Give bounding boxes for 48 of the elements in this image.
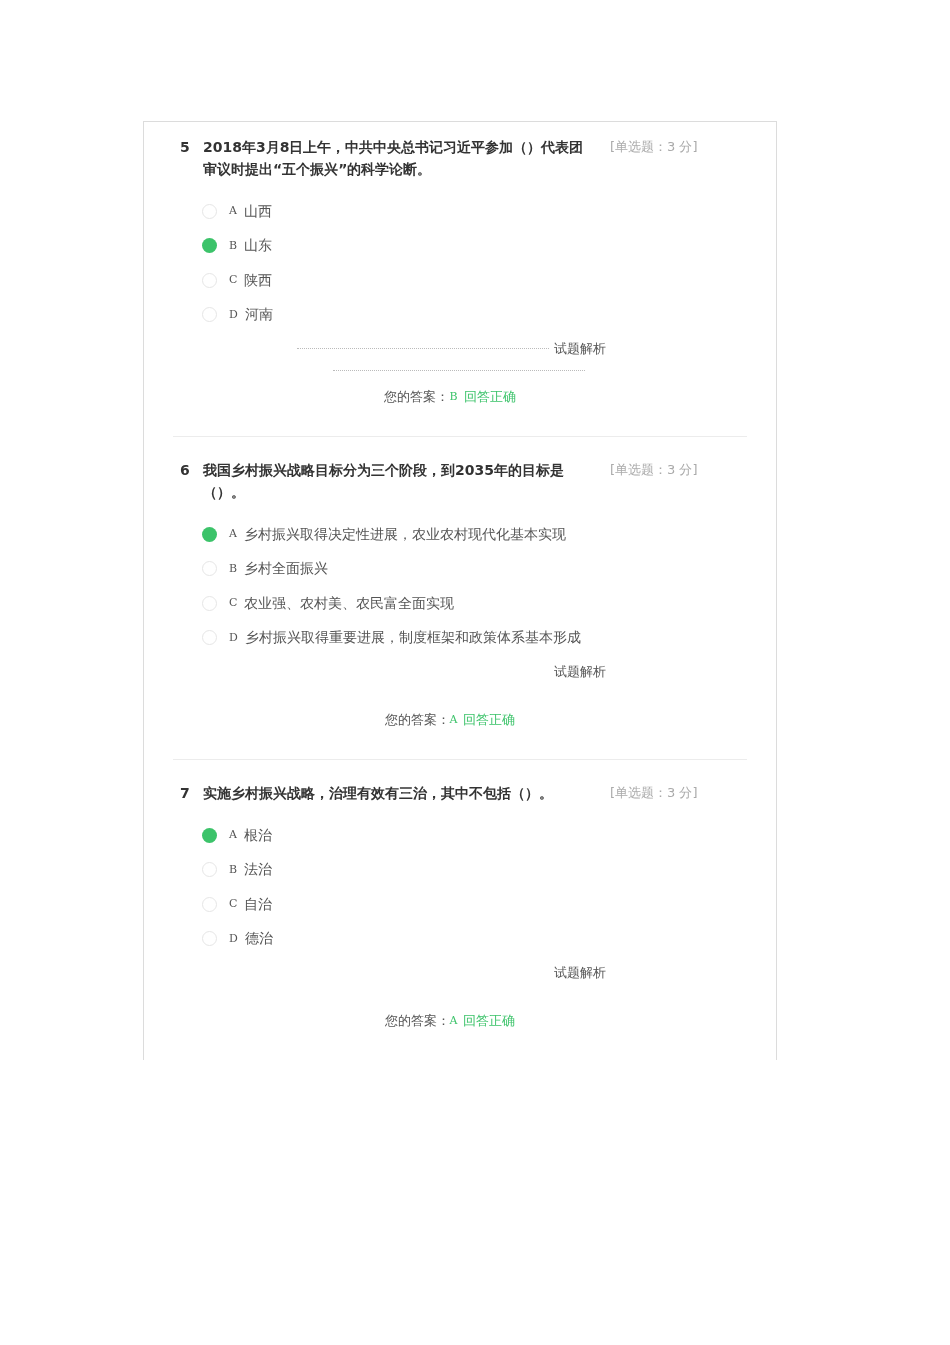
option-text: 法治 [244, 860, 273, 880]
answer-letter: A [449, 711, 458, 728]
analysis-link[interactable]: 试题解析 [554, 963, 606, 983]
answer-label: 您的答案： [384, 388, 450, 407]
option-letter: D [229, 629, 238, 646]
question-type-tag: [单选题：3 分] [610, 459, 698, 481]
question-type-tag: [单选题：3 分] [610, 136, 698, 158]
question-number: 5 [179, 138, 191, 157]
option-letter: D [229, 930, 238, 947]
option-letter: B [229, 237, 238, 254]
option-text: 山西 [243, 201, 272, 221]
option-text: 乡村全面振兴 [244, 559, 329, 579]
option-text: 自治 [244, 894, 273, 914]
option-text: 乡村振兴取得重要进展，制度框架和政策体系基本形成 [244, 628, 581, 648]
question-type-tag: [单选题：3 分] [610, 782, 698, 804]
answer-letter: A [449, 1012, 458, 1029]
option-letter: A [229, 203, 237, 219]
answer-result: 回答正确 [463, 711, 516, 730]
analysis-link[interactable]: 试题解析 [554, 339, 606, 359]
question-text: 2018年3月8日上午，中共中央总书记习近平参加（）代表团审议时提出“五个振兴”的科学论断。 [203, 138, 585, 179]
question-text: 实施乡村振兴战略，治理有效有三治，其中不包括（）。 [203, 784, 554, 803]
option-letter: C [229, 272, 238, 288]
option-letter: C [229, 595, 238, 611]
answer-result: 回答正确 [463, 1012, 516, 1031]
answer-label: 您的答案： [384, 1012, 450, 1031]
answer-label: 您的答案： [384, 711, 450, 730]
radio-button[interactable] [202, 238, 217, 254]
option-text: 山东 [244, 236, 273, 256]
option-text: 德治 [244, 929, 273, 949]
radio-button[interactable] [202, 827, 217, 843]
option-text: 陕西 [244, 270, 273, 290]
option-letter: C [229, 896, 238, 912]
question-number: 6 [179, 461, 191, 480]
radio-button[interactable] [202, 526, 217, 542]
analysis-link[interactable]: 试题解析 [554, 662, 606, 682]
option-letter: B [229, 560, 238, 577]
option-letter: B [229, 861, 238, 878]
answer-result: 回答正确 [463, 388, 516, 407]
question-number: 7 [179, 784, 191, 803]
option-text: 河南 [244, 305, 273, 325]
question-text: 我国乡村振兴战略目标分为三个阶段，到2035年的目标是（）。 [203, 461, 565, 502]
option-text: 农业强、农村美、农民富全面实现 [244, 593, 455, 613]
answer-letter: B [449, 388, 458, 405]
option-text: 乡村振兴取得决定性进展，农业农村现代化基本实现 [243, 524, 566, 544]
option-letter: D [229, 306, 238, 323]
option-text: 根治 [243, 825, 272, 845]
option-letter: A [229, 827, 237, 843]
option-letter: A [229, 526, 237, 542]
